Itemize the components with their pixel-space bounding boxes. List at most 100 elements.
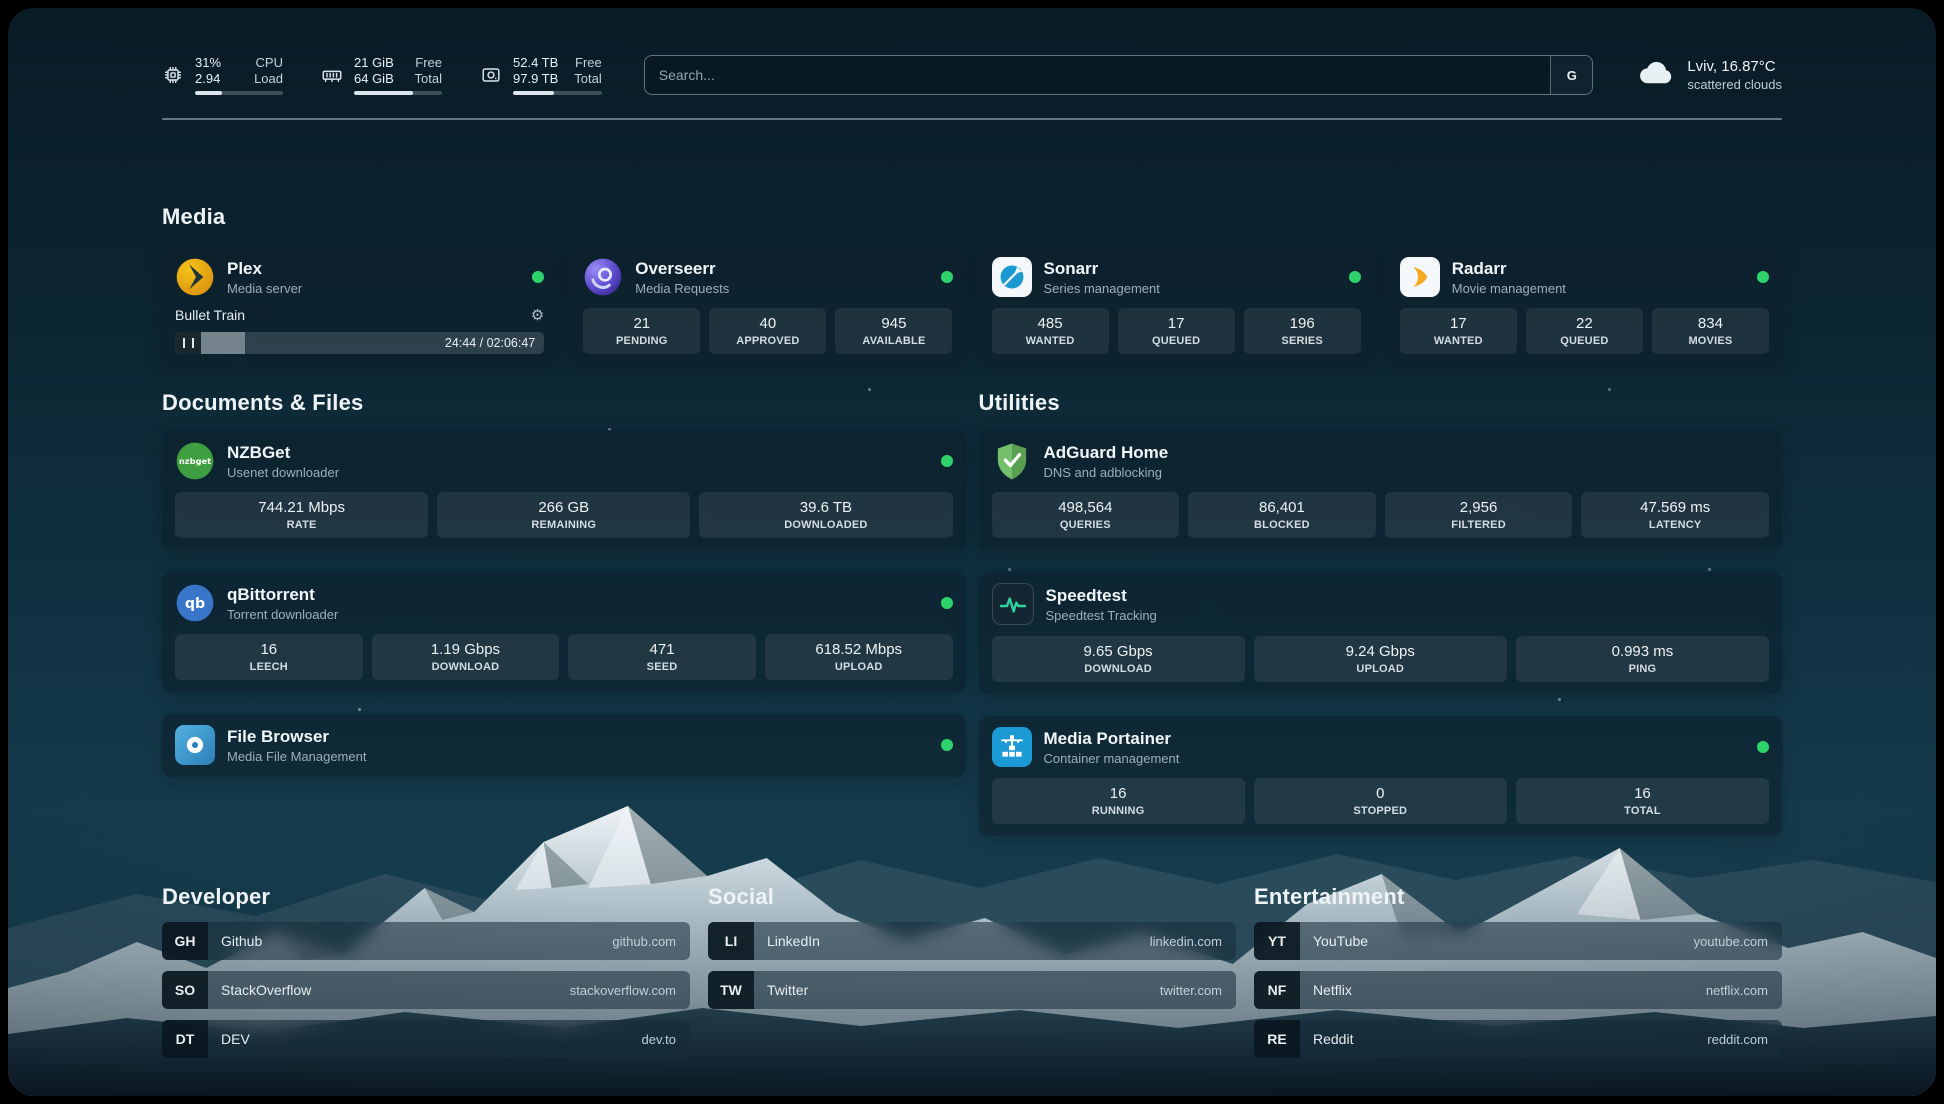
service-card-plex[interactable]: Plex Media server Bullet Train ⚙ 24:44 /… bbox=[162, 246, 557, 366]
bookmark-name: Twitter bbox=[767, 982, 808, 998]
pause-icon bbox=[183, 338, 194, 348]
bookmark-stackoverflow[interactable]: SO StackOverflow stackoverflow.com bbox=[162, 971, 690, 1009]
service-card-portainer[interactable]: Media Portainer Container management 16 … bbox=[979, 716, 1783, 836]
service-card-overseerr[interactable]: Overseerr Media Requests 21 PENDING 40 A… bbox=[570, 246, 965, 366]
stat-label: TOTAL bbox=[1520, 805, 1765, 818]
service-card-radarr[interactable]: Radarr Movie management 17 WANTED 22 QUE… bbox=[1387, 246, 1782, 366]
stream-settings-icon[interactable]: ⚙ bbox=[531, 308, 544, 323]
stat-box: 471 SEED bbox=[568, 634, 756, 680]
stat-box: 945 AVAILABLE bbox=[835, 308, 952, 354]
service-name: AdGuard Home bbox=[1044, 443, 1169, 463]
stat-box: 834 MOVIES bbox=[1652, 308, 1769, 354]
stat-value: 40 bbox=[713, 315, 822, 333]
stat-value: 9.65 Gbps bbox=[996, 643, 1241, 661]
stat-label: SEED bbox=[572, 661, 752, 674]
stat-value: 196 bbox=[1248, 315, 1357, 333]
stat-box: 1.19 Gbps DOWNLOAD bbox=[372, 634, 560, 680]
service-name: Speedtest bbox=[1046, 586, 1157, 606]
status-dot bbox=[1757, 741, 1769, 753]
stat-label: LATENCY bbox=[1585, 519, 1765, 532]
service-card-adguard[interactable]: AdGuard Home DNS and adblocking 498,564 … bbox=[979, 430, 1783, 550]
stat-value: 485 bbox=[996, 315, 1105, 333]
disk-total: 97.9 TB bbox=[513, 71, 558, 87]
adguard-icon bbox=[992, 441, 1032, 481]
bookmark-twitter[interactable]: TW Twitter twitter.com bbox=[708, 971, 1236, 1009]
service-name: Radarr bbox=[1452, 259, 1566, 279]
stat-label: QUEUED bbox=[1122, 335, 1231, 348]
weather-widget: Lviv, 16.87°C scattered clouds bbox=[1637, 54, 1782, 97]
section-media: Media Plex Media server bbox=[162, 204, 1782, 366]
memory-icon bbox=[321, 64, 343, 86]
stat-box: 16 RUNNING bbox=[992, 778, 1245, 824]
bookmark-abbr-tile: SO bbox=[162, 971, 208, 1009]
disk-free-label: Free bbox=[575, 55, 602, 71]
stat-label: UPLOAD bbox=[769, 661, 949, 674]
stat-label: UPLOAD bbox=[1258, 663, 1503, 676]
stat-label: RATE bbox=[179, 519, 424, 532]
service-card-nzbget[interactable]: nzbget NZBGet Usenet downloader 744.21 M… bbox=[162, 430, 966, 550]
stat-value: 1.19 Gbps bbox=[376, 641, 556, 659]
bookmark-dev[interactable]: DT DEV dev.to bbox=[162, 1020, 690, 1058]
section-title-utilities: Utilities bbox=[979, 390, 1783, 416]
disk-icon bbox=[480, 64, 502, 86]
bookmark-url: github.com bbox=[612, 934, 676, 949]
bookmark-name: DEV bbox=[221, 1031, 250, 1047]
bookmark-linkedin[interactable]: LI LinkedIn linkedin.com bbox=[708, 922, 1236, 960]
section-documents: Documents & Files nzbget NZBGet Usenet d… bbox=[162, 390, 966, 777]
stat-value: 21 bbox=[587, 315, 696, 333]
service-card-qbittorrent[interactable]: qb qBittorrent Torrent downloader 16 bbox=[162, 572, 966, 692]
ram-total: 64 GiB bbox=[354, 71, 394, 87]
bookmark-github[interactable]: GH Github github.com bbox=[162, 922, 690, 960]
stat-box: 9.65 Gbps DOWNLOAD bbox=[992, 636, 1245, 682]
status-dot bbox=[532, 271, 544, 283]
bookmark-netflix[interactable]: NF Netflix netflix.com bbox=[1254, 971, 1782, 1009]
search-input[interactable] bbox=[645, 56, 1551, 94]
service-subtitle: Container management bbox=[1044, 751, 1180, 766]
ram-free: 21 GiB bbox=[354, 55, 394, 71]
cpu-widget: 31% CPU 2.94 Load bbox=[162, 55, 283, 95]
service-card-sonarr[interactable]: Sonarr Series management 485 WANTED 17 Q… bbox=[979, 246, 1374, 366]
stat-box: 0 STOPPED bbox=[1254, 778, 1507, 824]
stat-box: 9.24 Gbps UPLOAD bbox=[1254, 636, 1507, 682]
stat-value: 17 bbox=[1404, 315, 1513, 333]
section-title-entertainment: Entertainment bbox=[1254, 884, 1782, 910]
stat-box: 22 QUEUED bbox=[1526, 308, 1643, 354]
bookmark-url: dev.to bbox=[642, 1032, 676, 1047]
stat-label: MOVIES bbox=[1656, 335, 1765, 348]
stat-value: 16 bbox=[179, 641, 359, 659]
bookmark-youtube[interactable]: YT YouTube youtube.com bbox=[1254, 922, 1782, 960]
stat-box: 0.993 ms PING bbox=[1516, 636, 1769, 682]
service-name: Overseerr bbox=[635, 259, 729, 279]
bookmark-abbr-tile: GH bbox=[162, 922, 208, 960]
service-card-speedtest[interactable]: Speedtest Speedtest Tracking 9.65 Gbps D… bbox=[979, 572, 1783, 694]
service-subtitle: Series management bbox=[1044, 281, 1160, 296]
bookmark-name: StackOverflow bbox=[221, 982, 311, 998]
search-provider-button[interactable]: G bbox=[1550, 56, 1592, 94]
stat-label: PENDING bbox=[587, 335, 696, 348]
stat-value: 0.993 ms bbox=[1520, 643, 1765, 661]
bookmark-reddit[interactable]: RE Reddit reddit.com bbox=[1254, 1020, 1782, 1058]
bookmark-url: linkedin.com bbox=[1150, 934, 1222, 949]
cpu-icon bbox=[162, 64, 184, 86]
section-utilities: Utilities AdGuard Ho bbox=[979, 390, 1783, 836]
pause-button[interactable] bbox=[175, 332, 201, 354]
stat-value: 945 bbox=[839, 315, 948, 333]
stat-value: 16 bbox=[1520, 785, 1765, 803]
service-name: qBittorrent bbox=[227, 585, 338, 605]
section-developer: Developer GH Github github.com SO StackO… bbox=[162, 884, 690, 1058]
filebrowser-icon bbox=[175, 725, 215, 765]
stat-label: BLOCKED bbox=[1192, 519, 1372, 532]
playback-progress-bar[interactable]: 24:44 / 02:06:47 bbox=[175, 332, 544, 354]
sonarr-icon bbox=[992, 257, 1032, 297]
service-name: File Browser bbox=[227, 727, 366, 747]
service-card-filebrowser[interactable]: File Browser Media File Management bbox=[162, 714, 966, 777]
disk-usage-bar bbox=[513, 91, 602, 95]
stat-box: 21 PENDING bbox=[583, 308, 700, 354]
plex-icon bbox=[175, 257, 215, 297]
nzbget-icon: nzbget bbox=[175, 441, 215, 481]
stat-box: 266 GB REMAINING bbox=[437, 492, 690, 538]
dashboard: 31% CPU 2.94 Load bbox=[8, 8, 1936, 1096]
bookmark-abbr-tile: NF bbox=[1254, 971, 1300, 1009]
stat-box: 16 TOTAL bbox=[1516, 778, 1769, 824]
disk-total-label: Total bbox=[574, 71, 601, 87]
